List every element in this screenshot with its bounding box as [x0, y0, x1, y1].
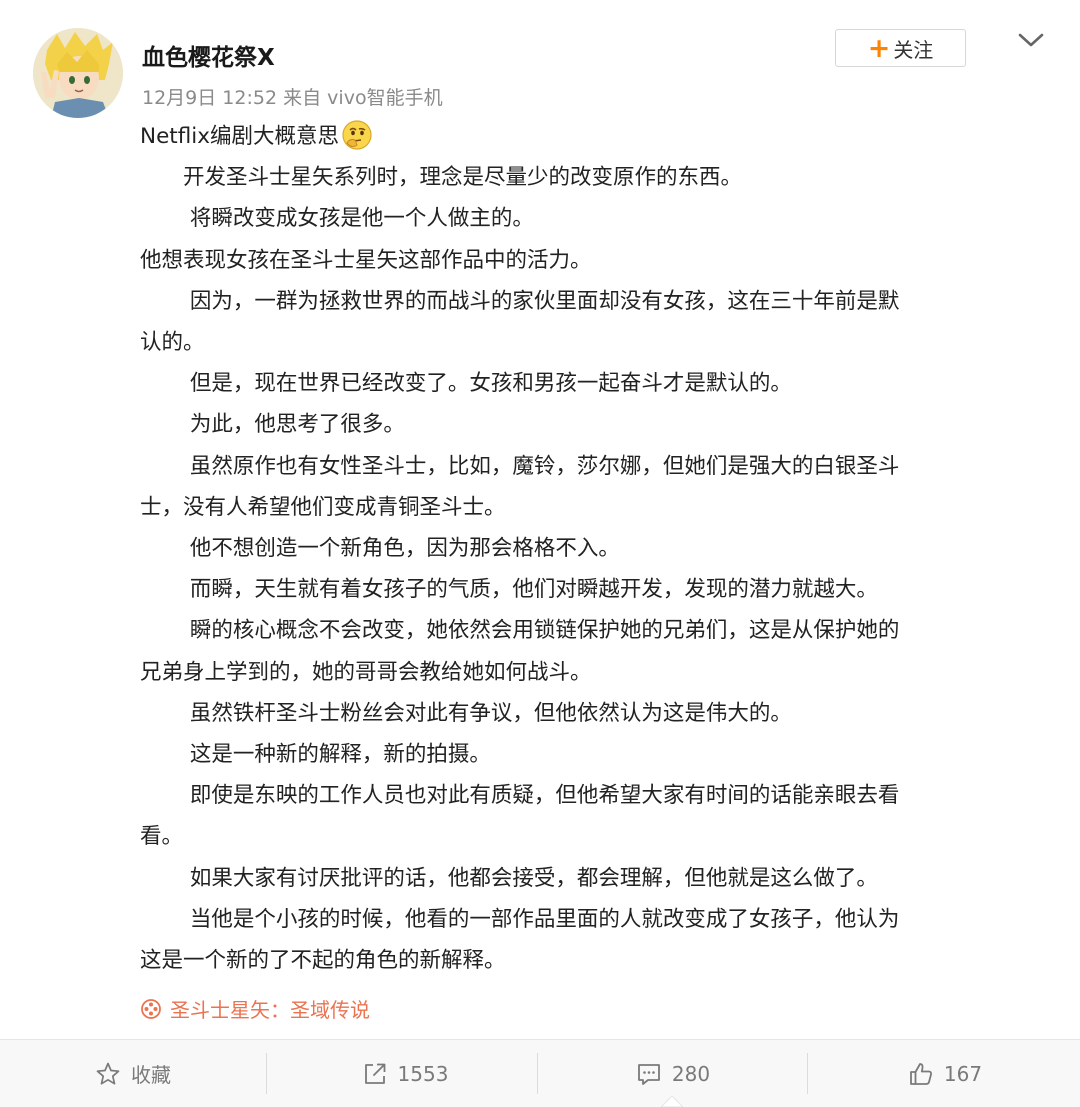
- post-line: 将瞬改变成女孩是他一个人做主的。: [140, 206, 534, 232]
- post-time: 12月9日 12:52: [142, 87, 278, 109]
- like-button[interactable]: 167: [812, 1040, 1078, 1107]
- post-source-device[interactable]: vivo智能手机: [327, 87, 442, 109]
- post-line: 认的。: [140, 330, 205, 356]
- repost-button[interactable]: 1553: [272, 1040, 538, 1107]
- post-line: 如果大家有讨厌批评的话，他都会接受，都会理解，但他就是这么做了。: [140, 865, 878, 891]
- avatar[interactable]: [33, 28, 123, 118]
- post-meta: 12月9日 12:52 来自 vivo智能手机: [142, 83, 443, 110]
- post-line: 当他是个小孩的时候，他看的一部作品里面的人就改变成了女孩子，他认为: [140, 906, 900, 932]
- post-line: 兄弟身上学到的，她的哥哥会教给她如何战斗。: [140, 659, 592, 685]
- post-line: 这是一种新的解释，新的拍摄。: [140, 742, 491, 768]
- post-line: 开发圣斗士星矢系列时，理念是尽量少的改变原作的东西。: [140, 165, 743, 191]
- plus-icon: +: [867, 32, 891, 64]
- post-line: 他想表现女孩在圣斗士星矢这部作品中的活力。: [140, 247, 592, 273]
- post-line: 为此，他思考了很多。: [140, 412, 405, 438]
- like-count: 167: [943, 1061, 983, 1086]
- post-line: 这是一个新的了不起的角色的新解释。: [140, 948, 506, 974]
- post-line: 士，没有人希望他们变成青铜圣斗士。: [140, 494, 506, 520]
- post-line: 因为，一群为拯救世界的而战斗的家伙里面却没有女孩，这在三十年前是默: [140, 288, 900, 314]
- author-name[interactable]: 血色樱花祭X: [142, 38, 275, 72]
- favorite-label: 收藏: [131, 1063, 171, 1087]
- topic-label: 圣斗士星矢：圣域传说: [170, 998, 370, 1022]
- post-line: 看。: [140, 824, 184, 850]
- post-line: Netflix编剧大概意思: [140, 116, 1045, 157]
- comment-bubble-icon: [638, 1063, 660, 1085]
- topic-link[interactable]: 圣斗士星矢：圣域传说: [140, 994, 370, 1023]
- thumbs-up-icon: [910, 1062, 932, 1085]
- share-icon: [364, 1063, 385, 1084]
- post-line: 瞬的核心概念不会改变，她依然会用锁链保护她的兄弟们，这是从保护她的: [140, 618, 900, 644]
- follow-button[interactable]: + 关注: [835, 29, 966, 67]
- post-line: 他不想创造一个新角色，因为那会格格不入。: [140, 536, 620, 562]
- post-line: 虽然原作也有女性圣斗士，比如，魔铃，莎尔娜，但她们是强大的白银圣斗: [140, 453, 900, 479]
- toolbar-separator: [807, 1053, 808, 1094]
- chevron-down-icon[interactable]: [1015, 28, 1047, 52]
- thinking-face-emoji-icon: [342, 120, 372, 150]
- favorite-button[interactable]: 收藏: [0, 1040, 266, 1107]
- film-reel-icon: [141, 998, 161, 1019]
- active-tab-pointer: [661, 1095, 683, 1107]
- star-icon: [96, 1062, 120, 1085]
- action-toolbar: 收藏 1553 280 167: [0, 1040, 1080, 1107]
- post-body: Netflix编剧大概意思 开发圣斗士星矢系列时，理念是尽量少的改变原作的东西。…: [140, 116, 1045, 981]
- toolbar-separator: [537, 1053, 538, 1094]
- post-source-prefix: 来自: [283, 87, 322, 109]
- post-line: 虽然铁杆圣斗士粉丝会对此有争议，但他依然认为这是伟大的。: [140, 700, 792, 726]
- toolbar-separator: [266, 1053, 267, 1094]
- repost-count: 1553: [397, 1061, 449, 1086]
- post-line: 而瞬，天生就有着女孩子的气质，他们对瞬越开发，发现的潜力就越大。: [140, 577, 878, 603]
- follow-label: 关注: [893, 37, 934, 62]
- post-line: 但是，现在世界已经改变了。女孩和男孩一起奋斗才是默认的。: [140, 371, 792, 397]
- post-line: 即使是东映的工作人员也对此有质疑，但他希望大家有时间的话能亲眼去看: [140, 783, 900, 809]
- comment-count: 280: [671, 1061, 711, 1086]
